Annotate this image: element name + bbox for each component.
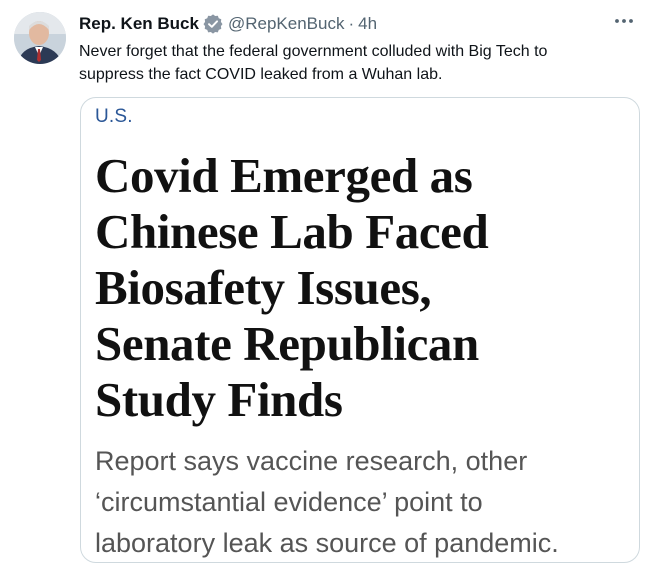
headline-line: Chinese Lab Faced bbox=[95, 204, 489, 259]
tweet-text-line: suppress the fact COVID leaked from a Wu… bbox=[79, 66, 443, 83]
article-dek: Report says vaccine research, other ‘cir… bbox=[95, 441, 635, 564]
author-display-name[interactable]: Rep. Ken Buck bbox=[79, 14, 199, 34]
section-label: U.S. bbox=[95, 106, 133, 127]
timestamp[interactable]: 4h bbox=[358, 14, 377, 34]
avatar-photo-icon bbox=[14, 12, 66, 64]
dek-line: laboratory leak as source of pandemic. bbox=[95, 528, 559, 558]
headline-line: Biosafety Issues, bbox=[95, 260, 432, 315]
verified-badge-icon[interactable] bbox=[203, 14, 223, 34]
more-options-button[interactable] bbox=[608, 8, 640, 34]
more-options-icon bbox=[615, 19, 633, 23]
headline-line: Covid Emerged as bbox=[95, 148, 473, 203]
author-handle[interactable]: @RepKenBuck bbox=[228, 14, 345, 34]
separator-dot: · bbox=[348, 14, 355, 33]
tweet: Rep. Ken Buck @RepKenBuck · 4h Never for… bbox=[0, 0, 650, 574]
tweet-header: Rep. Ken Buck @RepKenBuck · 4h bbox=[79, 11, 377, 37]
headline-line: Study Finds bbox=[95, 372, 343, 427]
tweet-text-line: Never forget that the federal government… bbox=[79, 43, 548, 60]
dek-line: Report says vaccine research, other bbox=[95, 446, 528, 476]
avatar[interactable] bbox=[14, 12, 66, 64]
headline-line: Senate Republican bbox=[95, 316, 479, 371]
tweet-text: Never forget that the federal government… bbox=[79, 40, 639, 86]
dek-line: ‘circumstantial evidence’ point to bbox=[95, 487, 483, 517]
article-headline: Covid Emerged as Chinese Lab Faced Biosa… bbox=[95, 148, 635, 428]
link-preview-card[interactable]: U.S. Covid Emerged as Chinese Lab Faced … bbox=[80, 97, 640, 563]
